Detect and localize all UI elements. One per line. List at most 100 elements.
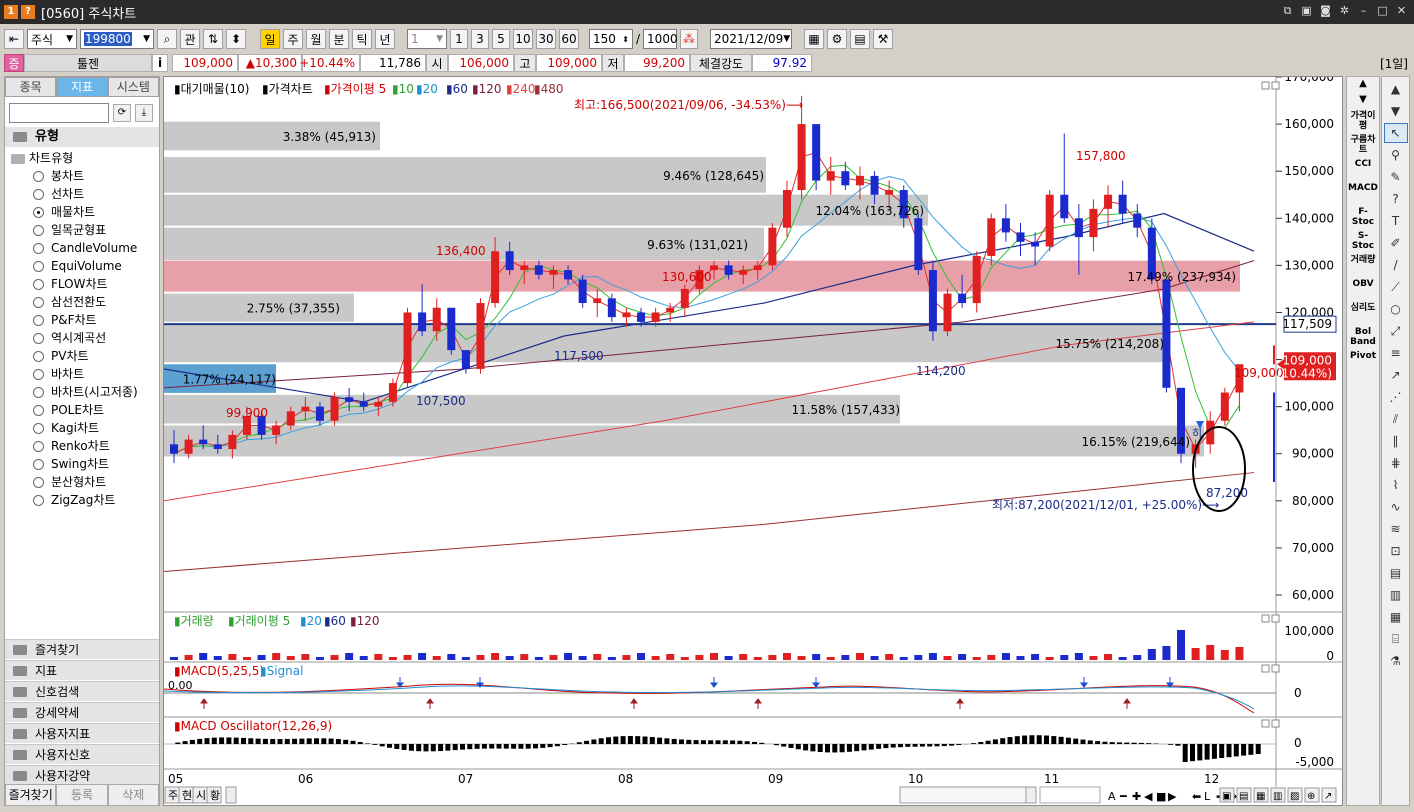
chart-type-item[interactable]: 매물차트 (5, 203, 159, 221)
draw-tool-icon[interactable]: ? (1384, 189, 1408, 209)
draw-tool-icon[interactable]: ⚗ (1384, 651, 1408, 671)
indicator-tool-1[interactable]: 구름차트 (1348, 135, 1378, 157)
save-icon[interactable]: ▤ (850, 29, 871, 49)
sidebar-section-4[interactable]: 사용자지표 (5, 723, 159, 743)
sidebar-section-0[interactable]: 즐겨찾기 (5, 639, 159, 659)
draw-tool-icon[interactable]: ≡ (1384, 343, 1408, 363)
pane-close-icon[interactable] (1271, 81, 1280, 90)
chart-type-item[interactable]: Kagi차트 (5, 419, 159, 437)
refresh-icon[interactable]: ⟳ (113, 104, 131, 122)
chart-type-item[interactable]: PV차트 (5, 347, 159, 365)
chart-type-item[interactable]: Renko차트 (5, 437, 159, 455)
tools-icon[interactable]: ⚒ (873, 29, 894, 49)
interval-10-button[interactable]: 10 (513, 29, 533, 49)
count-input[interactable]: 150 ⬍ (589, 29, 633, 49)
indicator-tool-0[interactable]: 가격이평 (1348, 111, 1378, 133)
radio-icon[interactable] (33, 387, 44, 398)
market-select[interactable]: 주식 ▼ (27, 29, 77, 49)
indicator-tool-5[interactable]: S-Stoc (1348, 231, 1378, 253)
sidebar-section-2[interactable]: 신호검색 (5, 681, 159, 701)
draw-tool-icon[interactable]: ▲ (1384, 79, 1408, 99)
chart-area[interactable]: 3.38% (45,913) 9.46% (128,645) 12.04% (163… (163, 70, 1343, 806)
delete-button[interactable]: 삭제 (107, 784, 159, 806)
draw-tool-icon[interactable]: ▦ (1384, 607, 1408, 627)
radio-icon[interactable] (33, 297, 44, 308)
settings-gear-icon[interactable]: ✲ (1338, 4, 1351, 18)
pane-maximize-icon[interactable] (1261, 719, 1270, 728)
period-tick-button[interactable]: 틱 (352, 29, 372, 49)
pane-close-icon[interactable] (1271, 614, 1280, 623)
total-input[interactable]: 1000 (643, 29, 678, 49)
tab-stock[interactable]: 종목 (5, 77, 57, 97)
radio-icon[interactable] (33, 441, 44, 452)
radio-icon[interactable] (33, 423, 44, 434)
chart-type-item[interactable]: 일목균형표 (5, 221, 159, 239)
indicator-tool-8[interactable]: 심리도 (1348, 303, 1378, 325)
close-icon[interactable]: ✕ (1395, 4, 1408, 18)
chart-type-item[interactable]: P&F차트 (5, 311, 159, 329)
register-button[interactable]: 등록 (56, 784, 108, 806)
radio-icon[interactable] (33, 225, 44, 236)
download-icon[interactable]: ⤓ (135, 104, 153, 122)
scroll-arrow-icon[interactable]: ▲ (1348, 79, 1378, 93)
draw-tool-icon[interactable]: ⟋ (1384, 277, 1408, 297)
draw-tool-icon[interactable]: ⊡ (1384, 541, 1408, 561)
chart-type-item[interactable]: 분산형차트 (5, 473, 159, 491)
pane-close-icon[interactable] (1271, 664, 1280, 673)
interval-5-button[interactable]: 5 (492, 29, 510, 49)
indicator-tool-4[interactable]: F-Stoc (1348, 207, 1378, 229)
draw-tool-icon[interactable]: ▼ (1384, 101, 1408, 121)
sidebar-section-6[interactable]: 사용자강약 (5, 765, 159, 785)
chart-type-item[interactable]: 바차트(시고저종) (5, 383, 159, 401)
draw-tool-icon[interactable]: ↖ (1383, 123, 1408, 143)
period-year-button[interactable]: 년 (375, 29, 395, 49)
indicator-tool-10[interactable]: Pivot (1348, 351, 1378, 373)
grid-icon[interactable]: ⁂ (680, 29, 699, 49)
pane-close-icon[interactable] (1271, 719, 1280, 728)
chart-type-item[interactable]: 바차트 (5, 365, 159, 383)
scroll-left-icon[interactable] (225, 786, 237, 804)
draw-tool-icon[interactable]: ✐ (1384, 233, 1408, 253)
indicator-tool-7[interactable]: OBV (1348, 279, 1378, 301)
section-type-header[interactable]: 유형 (5, 127, 159, 147)
radio-icon[interactable] (33, 495, 44, 506)
chart-type-item[interactable]: 봉차트 (5, 167, 159, 185)
draw-tool-icon[interactable]: T (1384, 211, 1408, 231)
chart-type-item[interactable]: 삼선전환도 (5, 293, 159, 311)
draw-tool-icon[interactable]: ∥ (1384, 431, 1408, 451)
indicator-tool-2[interactable]: CCI (1348, 159, 1378, 181)
chart-type-item[interactable]: 역시계곡선 (5, 329, 159, 347)
chart-type-item[interactable]: EquiVolume (5, 257, 159, 275)
interval-1-button[interactable]: 1 (450, 29, 468, 49)
indicator-search-input[interactable] (9, 103, 109, 123)
chart-type-item[interactable]: 선차트 (5, 185, 159, 203)
tab-system[interactable]: 시스템 (107, 77, 159, 97)
draw-tool-icon[interactable]: ⋕ (1384, 453, 1408, 473)
draw-tool-icon[interactable]: ∿ (1384, 497, 1408, 517)
radio-icon[interactable] (33, 315, 44, 326)
indicator-tool-6[interactable]: 거래량 (1348, 255, 1378, 277)
draw-tool-icon[interactable]: ○ (1384, 299, 1408, 319)
chart-type-item[interactable]: POLE차트 (5, 401, 159, 419)
draw-tool-icon[interactable]: ▥ (1384, 585, 1408, 605)
draw-tool-icon[interactable]: ⚲ (1384, 145, 1408, 165)
draw-tool-icon[interactable]: ⤢ (1384, 321, 1408, 341)
save-screen-icon[interactable]: ▣ (1300, 4, 1313, 18)
radio-icon[interactable] (33, 333, 44, 344)
period-minute-button[interactable]: 분 (329, 29, 349, 49)
pane-maximize-icon[interactable] (1261, 81, 1270, 90)
draw-tool-icon[interactable]: ≋ (1384, 519, 1408, 539)
draw-tool-icon[interactable]: ⌸ (1384, 629, 1408, 649)
spinner-icon[interactable]: ⬍ (226, 29, 246, 49)
help-icon[interactable]: ? (21, 5, 35, 19)
stock-code-input[interactable]: 199800 ▼ (80, 29, 154, 49)
scroll-right-icon[interactable] (1025, 786, 1037, 804)
config-icon[interactable]: ⚙ (827, 29, 848, 49)
interval-select[interactable]: 1 ▼ (407, 29, 447, 49)
tree-root-chart-type[interactable]: 차트유형 (5, 149, 159, 167)
info-icon[interactable]: i (152, 54, 168, 72)
radio-icon[interactable] (33, 477, 44, 488)
sidebar-section-1[interactable]: 지표 (5, 660, 159, 680)
chart-type-item[interactable]: CandleVolume (5, 239, 159, 257)
radio-icon[interactable] (33, 279, 44, 290)
